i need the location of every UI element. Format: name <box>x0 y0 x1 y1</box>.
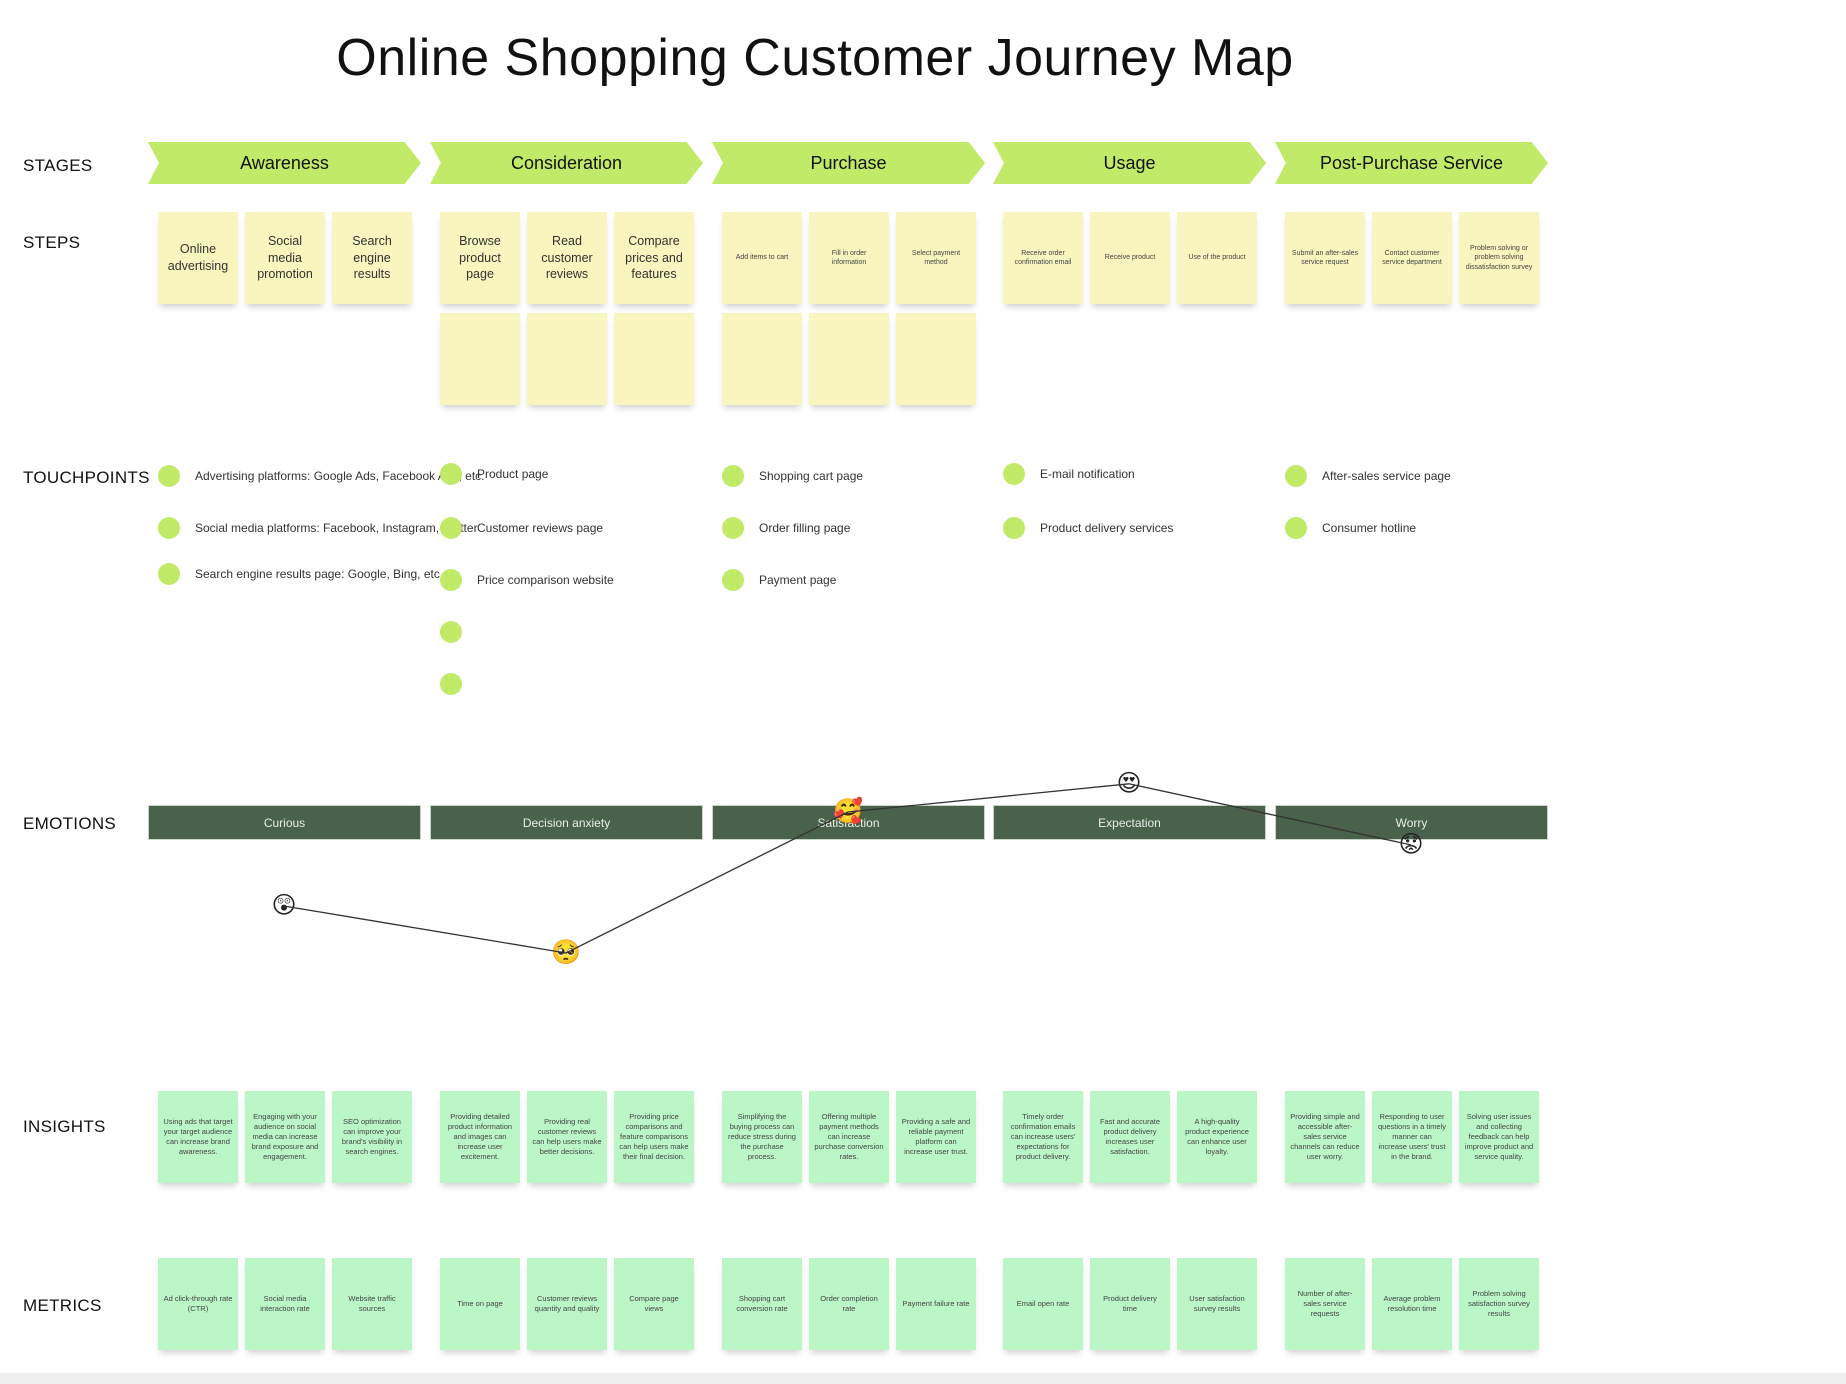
bottom-scroll-strip <box>0 1373 1846 1384</box>
emotion-curve-line <box>283 783 1412 954</box>
emotion-curve-layer <box>283 783 1412 954</box>
